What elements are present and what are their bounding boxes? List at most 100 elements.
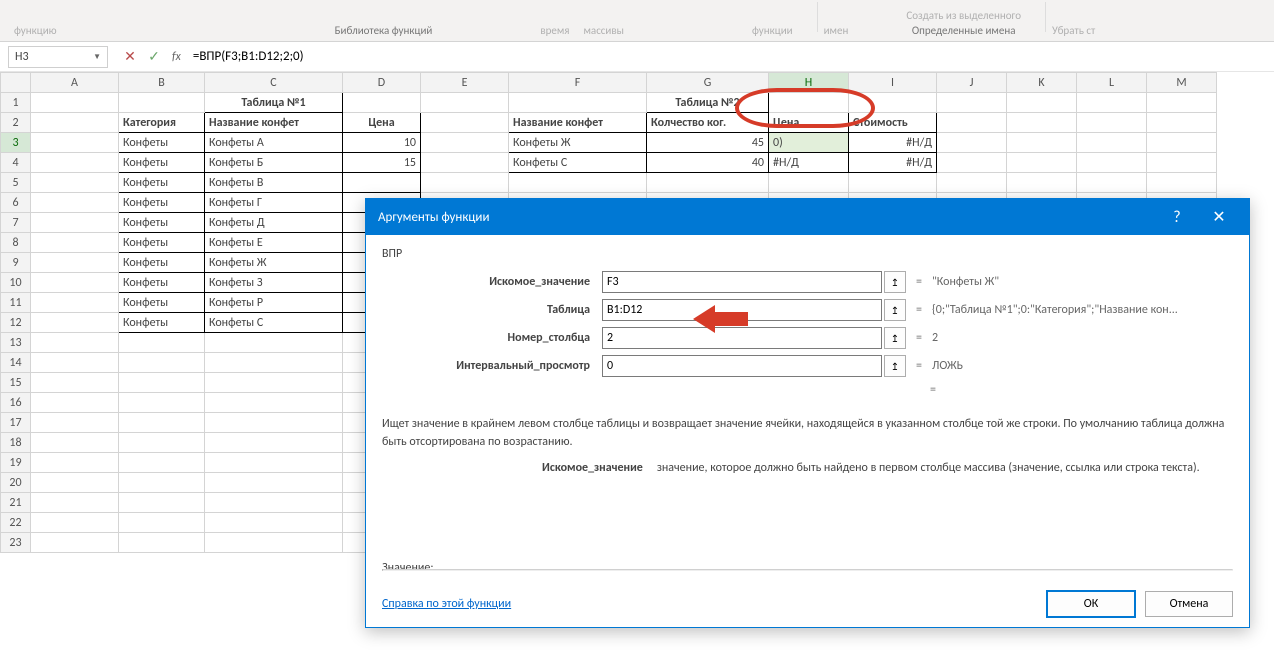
cell[interactable] [1077, 113, 1147, 133]
cell[interactable] [31, 533, 119, 553]
cell[interactable] [31, 133, 119, 153]
cell[interactable] [205, 373, 343, 393]
cell[interactable] [119, 333, 205, 353]
cell[interactable]: Конфеты [119, 253, 205, 273]
cell[interactable] [31, 393, 119, 413]
cell[interactable] [31, 173, 119, 193]
cell[interactable] [31, 313, 119, 333]
cancel-button[interactable]: Отмена [1145, 591, 1233, 617]
cell[interactable]: Конфеты [119, 153, 205, 173]
cell[interactable] [205, 453, 343, 473]
cell[interactable]: Конфеты [119, 293, 205, 313]
cell[interactable] [205, 353, 343, 373]
row-header[interactable]: 15 [1, 373, 31, 393]
column-header[interactable]: A [31, 73, 119, 93]
cell[interactable] [647, 173, 769, 193]
cell[interactable]: Конфеты Ж [509, 133, 647, 153]
chevron-down-icon[interactable]: ▼ [93, 52, 101, 62]
row-header[interactable]: 21 [1, 493, 31, 513]
cell[interactable] [1147, 133, 1217, 153]
cell[interactable]: Конфеты В [205, 173, 343, 193]
column-header[interactable]: C [205, 73, 343, 93]
cell[interactable] [1077, 93, 1147, 113]
cell[interactable] [31, 473, 119, 493]
cell[interactable] [1077, 173, 1147, 193]
column-header[interactable]: H [769, 73, 849, 93]
row-header[interactable]: 19 [1, 453, 31, 473]
cell[interactable] [421, 133, 509, 153]
cell[interactable]: 45 [647, 133, 769, 153]
dialog-titlebar[interactable]: Аргументы функции ? ✕ [366, 199, 1249, 235]
cell[interactable] [31, 373, 119, 393]
cell[interactable] [421, 113, 509, 133]
range-picker-button[interactable]: ↥ [884, 271, 906, 293]
cancel-formula-button[interactable]: ✕ [118, 46, 142, 68]
cell[interactable]: Конфеты [119, 313, 205, 333]
cell[interactable] [421, 93, 509, 113]
cell[interactable]: #Н/Д [849, 153, 937, 173]
cell[interactable]: Конфеты С [509, 153, 647, 173]
cell[interactable] [119, 93, 205, 113]
row-header[interactable]: 2 [1, 113, 31, 133]
cell[interactable]: Конфеты Е [205, 233, 343, 253]
cell[interactable] [119, 513, 205, 533]
cell[interactable]: Категория [119, 113, 205, 133]
arg-input[interactable] [602, 271, 882, 293]
row-header[interactable]: 14 [1, 353, 31, 373]
cell[interactable] [205, 473, 343, 493]
ribbon-item[interactable]: имен [824, 24, 849, 37]
column-header[interactable]: F [509, 73, 647, 93]
cell[interactable]: 0) [769, 133, 849, 153]
cell[interactable]: #Н/Д [849, 133, 937, 153]
cell[interactable]: 40 [647, 153, 769, 173]
cell[interactable] [769, 173, 849, 193]
row-header[interactable]: 8 [1, 233, 31, 253]
cell[interactable] [205, 413, 343, 433]
cell[interactable] [119, 473, 205, 493]
cell[interactable] [1007, 113, 1077, 133]
confirm-formula-button[interactable]: ✓ [142, 46, 166, 68]
cell[interactable] [421, 153, 509, 173]
column-header[interactable]: L [1077, 73, 1147, 93]
cell[interactable] [769, 93, 849, 113]
cell[interactable] [205, 533, 343, 553]
cell[interactable]: Конфеты Д [205, 213, 343, 233]
dialog-close-button[interactable]: ✕ [1201, 199, 1237, 235]
ribbon-item-create[interactable]: Создать из выделенного [906, 9, 1021, 22]
cell[interactable]: Конфеты А [205, 133, 343, 153]
cell[interactable]: Конфеты [119, 233, 205, 253]
cell[interactable] [1077, 153, 1147, 173]
row-header[interactable]: 1 [1, 93, 31, 113]
cell[interactable]: Конфеты С [205, 313, 343, 333]
ribbon-item[interactable]: функции [752, 24, 793, 37]
cell[interactable] [1147, 93, 1217, 113]
ribbon-item-remove[interactable]: Убрать ст [1052, 24, 1095, 37]
row-header[interactable]: 17 [1, 413, 31, 433]
cell[interactable]: 10 [343, 133, 421, 153]
cell[interactable]: 15 [343, 153, 421, 173]
row-header[interactable]: 18 [1, 433, 31, 453]
column-header[interactable]: E [421, 73, 509, 93]
cell[interactable] [31, 293, 119, 313]
cell[interactable] [1007, 133, 1077, 153]
cell[interactable]: Колчество ког. [647, 113, 769, 133]
cell[interactable] [421, 173, 509, 193]
cell[interactable] [31, 433, 119, 453]
cell[interactable]: Конфеты Г [205, 193, 343, 213]
cell[interactable] [119, 353, 205, 373]
cell[interactable]: Конфеты Б [205, 153, 343, 173]
cell[interactable] [31, 333, 119, 353]
cell[interactable]: Конфеты З [205, 273, 343, 293]
cell[interactable]: Конфеты Р [205, 293, 343, 313]
cell[interactable]: Цена [343, 113, 421, 133]
cell[interactable] [31, 493, 119, 513]
row-header[interactable]: 23 [1, 533, 31, 553]
ribbon-item[interactable]: функцию [14, 24, 57, 37]
arg-input[interactable] [602, 299, 882, 321]
cell[interactable] [1077, 133, 1147, 153]
row-header[interactable]: 5 [1, 173, 31, 193]
cell[interactable]: Конфеты [119, 273, 205, 293]
cell[interactable] [119, 533, 205, 553]
cell[interactable]: Конфеты Ж [205, 253, 343, 273]
cell[interactable] [31, 213, 119, 233]
